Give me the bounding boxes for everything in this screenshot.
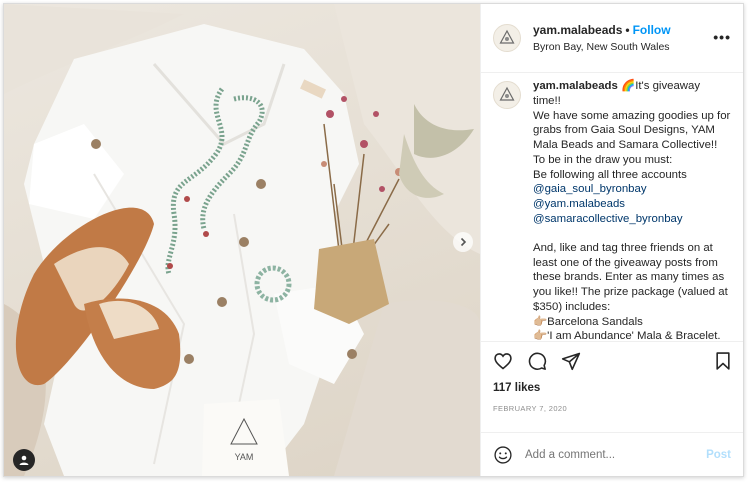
mention-link[interactable]: @yam.malabeads: [533, 197, 731, 212]
heart-icon[interactable]: [493, 351, 513, 371]
header-username[interactable]: yam.malabeads: [533, 23, 622, 37]
more-options-icon[interactable]: •••: [713, 29, 731, 45]
emoji-icon[interactable]: [493, 445, 513, 465]
post-button[interactable]: Post: [706, 449, 731, 461]
caption-username[interactable]: yam.malabeads: [533, 80, 618, 92]
location-link[interactable]: Byron Bay, New South Wales: [533, 41, 671, 53]
comment-input[interactable]: [525, 448, 707, 461]
post-date: FEBRUARY 7, 2020: [493, 404, 568, 414]
share-icon[interactable]: [561, 351, 581, 371]
follow-button[interactable]: Follow: [633, 23, 671, 37]
post-sidebar: yam.malabeads • Follow Byron Bay, New Sout…: [480, 4, 743, 476]
bookmark-icon[interactable]: [713, 351, 733, 371]
caption-avatar-icon[interactable]: [493, 81, 521, 110]
caption-line: And, like and tag three friends on at le…: [533, 242, 731, 313]
caption-line: 👉🏼'I am Abundance' Mala & Bracelet.: [533, 330, 721, 342]
caption-scroll[interactable]: yam.malabeads 🌈It's giveaway time!! We h…: [481, 73, 743, 341]
flatlay-photo: YAM: [4, 4, 480, 476]
comment-bar: Post: [481, 432, 743, 476]
mention-link[interactable]: @gaia_soul_byronbay: [533, 182, 731, 197]
bag-logo-text: YAM: [235, 452, 254, 462]
post-modal: YAM yam.malabeads • Follow Byron Bay, New …: [3, 3, 744, 477]
caption-line: Be following all three accounts: [533, 168, 687, 181]
likes-count[interactable]: 117 likes: [493, 382, 733, 394]
user-tag-icon[interactable]: [13, 449, 35, 471]
next-arrow-icon[interactable]: [453, 232, 473, 252]
avatar-logo-icon[interactable]: [493, 24, 521, 53]
caption-line: 👉🏼Barcelona Sandals: [533, 315, 643, 328]
post-header: yam.malabeads • Follow Byron Bay, New Sout…: [481, 4, 743, 74]
caption-line: We have some amazing goodies up for grab…: [533, 109, 734, 166]
comment-icon[interactable]: [527, 351, 547, 371]
post-actions: 117 likes FEBRUARY 7, 2020: [481, 341, 743, 432]
post-photo[interactable]: YAM: [4, 4, 480, 476]
caption: yam.malabeads 🌈It's giveaway time!! We h…: [493, 79, 731, 341]
mention-link[interactable]: @samaracollective_byronbay: [533, 212, 731, 227]
